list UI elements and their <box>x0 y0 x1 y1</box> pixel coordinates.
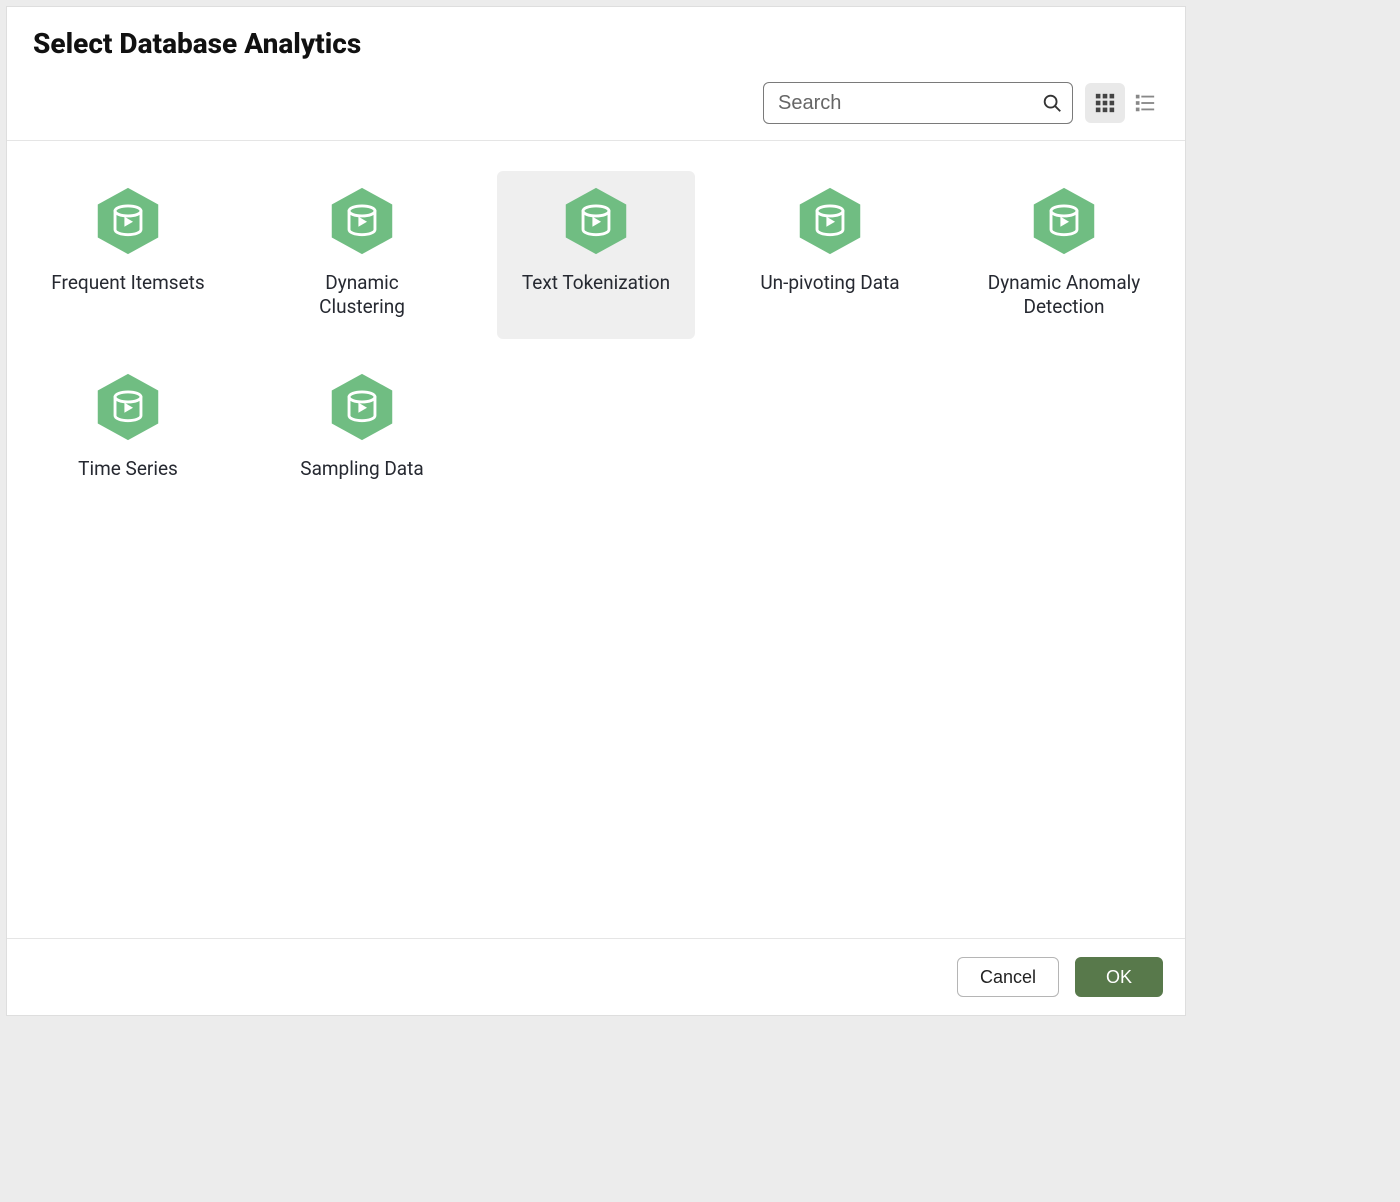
database-play-icon <box>326 371 398 443</box>
dialog-header: Select Database Analytics <box>7 7 1185 68</box>
toolbar <box>7 68 1185 141</box>
analytics-grid: Frequent Itemsets Dynamic Clustering Tex… <box>29 171 1163 525</box>
analytics-tile[interactable]: Text Tokenization <box>497 171 695 339</box>
cancel-button[interactable]: Cancel <box>957 957 1059 997</box>
tile-icon <box>794 185 866 257</box>
tile-label: Un-pivoting Data <box>760 271 899 295</box>
database-play-icon <box>92 371 164 443</box>
ok-button[interactable]: OK <box>1075 957 1163 997</box>
search-wrap <box>763 82 1073 124</box>
analytics-tile[interactable]: Frequent Itemsets <box>29 171 227 339</box>
analytics-tile[interactable]: Dynamic Anomaly Detection <box>965 171 1163 339</box>
analytics-tile[interactable]: Un-pivoting Data <box>731 171 929 339</box>
database-play-icon <box>326 185 398 257</box>
search-input[interactable] <box>763 82 1073 124</box>
grid-view-button[interactable] <box>1085 83 1125 123</box>
database-play-icon <box>92 185 164 257</box>
tile-label: Time Series <box>78 457 178 481</box>
analytics-tile[interactable]: Sampling Data <box>263 357 461 525</box>
tile-icon <box>1028 185 1100 257</box>
database-play-icon <box>794 185 866 257</box>
analytics-tile[interactable]: Dynamic Clustering <box>263 171 461 339</box>
list-icon <box>1134 92 1156 114</box>
tile-label: Sampling Data <box>300 457 423 481</box>
dialog-footer: Cancel OK <box>7 938 1185 1015</box>
tile-icon <box>326 185 398 257</box>
analytics-tile[interactable]: Time Series <box>29 357 227 525</box>
select-analytics-dialog: Select Database Analytics <box>6 6 1186 1016</box>
content-area: Frequent Itemsets Dynamic Clustering Tex… <box>7 141 1185 938</box>
tile-label: Dynamic Anomaly Detection <box>984 271 1144 319</box>
tile-label: Frequent Itemsets <box>51 271 204 295</box>
tile-icon <box>92 371 164 443</box>
dialog-title: Select Database Analytics <box>33 27 1159 60</box>
tile-label: Text Tokenization <box>522 271 670 295</box>
database-play-icon <box>560 185 632 257</box>
tile-icon <box>560 185 632 257</box>
tile-label: Dynamic Clustering <box>282 271 442 319</box>
tile-icon <box>326 371 398 443</box>
view-toggle <box>1085 83 1165 123</box>
list-view-button[interactable] <box>1125 83 1165 123</box>
search-icon <box>1041 92 1063 114</box>
tile-icon <box>92 185 164 257</box>
database-play-icon <box>1028 185 1100 257</box>
grid-icon <box>1094 92 1116 114</box>
